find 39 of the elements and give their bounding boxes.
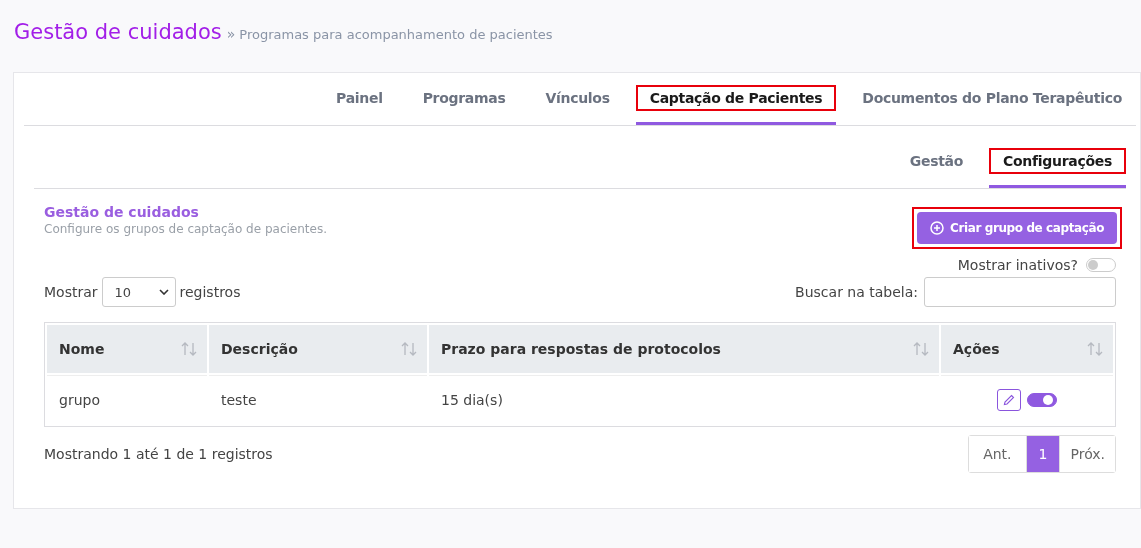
length-label: registros xyxy=(179,284,241,300)
breadcrumb-separator: » xyxy=(226,26,236,42)
tab[interactable]: Vínculos xyxy=(531,85,624,111)
page-button[interactable]: 1 xyxy=(1025,436,1060,472)
tab[interactable]: Documentos do Plano Terapêutico xyxy=(848,85,1136,111)
edit-button[interactable] xyxy=(997,389,1021,411)
show-inactive-label: Mostrar inativos? xyxy=(957,257,1078,273)
column-header[interactable]: Nome xyxy=(59,341,105,357)
section-title: Gestão de cuidados xyxy=(44,204,200,220)
column-header[interactable]: Ações xyxy=(953,341,1000,357)
tab[interactable]: Captação de Pacientes xyxy=(635,85,837,111)
sort-icon[interactable] xyxy=(401,342,417,356)
table-cell: teste xyxy=(221,392,257,408)
length-label: Mostrar xyxy=(44,284,98,300)
sort-icon[interactable] xyxy=(913,342,929,356)
toggle-switch[interactable] xyxy=(1086,258,1116,272)
table-cell: grupo xyxy=(59,392,100,408)
tab[interactable]: Painel xyxy=(322,85,397,111)
toggle-switch[interactable] xyxy=(1027,393,1057,407)
create-group-button[interactable]: Criar grupo de captação xyxy=(917,212,1117,244)
tab[interactable]: Programas xyxy=(408,85,520,111)
plus-circle-icon xyxy=(930,221,945,235)
page-button[interactable]: Próx. xyxy=(1059,436,1115,472)
page-subtitle: Programas para acompanhamento de pacientes xyxy=(239,27,553,42)
page-size-select[interactable]: 10 xyxy=(101,277,176,307)
table-cell: 15 dia(s) xyxy=(441,392,503,408)
page-title: Gestão de cuidados xyxy=(14,20,222,44)
search-field[interactable] xyxy=(924,277,1116,307)
tab[interactable]: Gestão xyxy=(895,148,978,174)
sort-icon[interactable] xyxy=(181,342,197,356)
column-header[interactable]: Prazo para respostas de protocolos xyxy=(441,341,721,357)
column-header[interactable]: Descrição xyxy=(221,341,298,357)
tab[interactable]: Configurações xyxy=(989,148,1126,174)
pencil-icon xyxy=(1003,394,1015,406)
section-description: Configure os grupos de captação de pacientes. xyxy=(44,222,327,236)
table-info: Mostrando 1 até 1 de 1 registros xyxy=(44,446,273,462)
chevron-down-icon xyxy=(158,289,169,295)
search-label: Buscar na tabela: xyxy=(795,284,918,300)
sort-icon[interactable] xyxy=(1087,342,1103,356)
